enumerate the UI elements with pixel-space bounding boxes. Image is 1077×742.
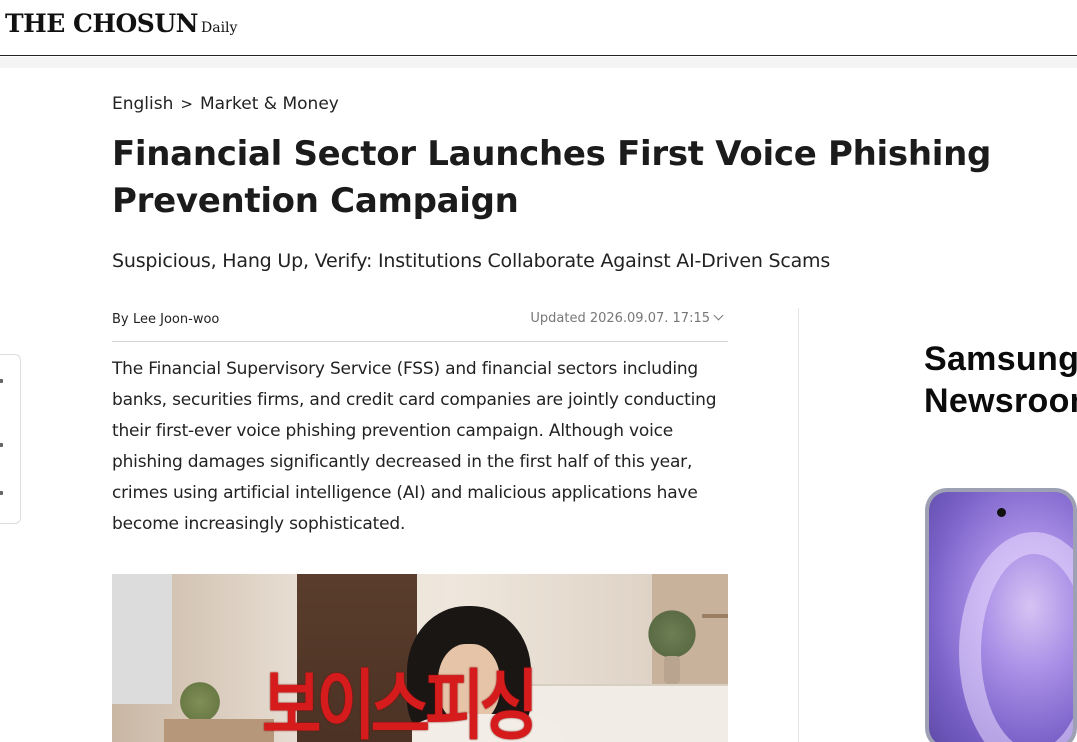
- site-logo-text: THE CHOSUN: [5, 9, 199, 38]
- photo-overlay-text: 보이스피싱: [262, 661, 539, 742]
- ad-phone-wallpaper: [959, 532, 1073, 742]
- font-size-icon[interactable]: [0, 443, 3, 447]
- ad-phone-image: [925, 488, 1077, 742]
- share-icon[interactable]: [0, 379, 3, 383]
- site-logo-sub: Daily: [201, 20, 238, 36]
- photo-vase: [664, 656, 680, 684]
- article-byline: By Lee Joon-woo Updated 2026.09.07. 17:1…: [112, 310, 728, 342]
- floating-side-toolbar[interactable]: [0, 354, 21, 524]
- article-body-paragraph: The Financial Supervisory Service (FSS) …: [112, 359, 717, 534]
- article-subheadline: Suspicious, Hang Up, Verify: Institution…: [112, 250, 831, 272]
- ad-brand-line1: Samsung: [924, 340, 1077, 378]
- photo-sidetable: [164, 719, 274, 742]
- breadcrumb-separator-icon: >: [180, 95, 193, 113]
- article-updated-toggle[interactable]: Updated 2026.09.07. 17:15: [530, 310, 724, 326]
- photo-shelf: [702, 614, 728, 618]
- camera-icon: [997, 508, 1006, 517]
- photo-window: [112, 574, 172, 704]
- article-photo[interactable]: 보이스피싱: [112, 574, 728, 742]
- ad-phone-screen: [929, 492, 1073, 742]
- ad-brand-text: Samsung Newsroom: [924, 338, 1077, 422]
- site-logo[interactable]: THE CHOSUN Daily: [5, 9, 237, 38]
- breadcrumb-root[interactable]: English: [112, 94, 173, 114]
- ad-brand-line2: Newsroom: [924, 382, 1077, 420]
- article-updated-timestamp: Updated 2026.09.07. 17:15: [530, 311, 710, 326]
- byline-prefix: By: [112, 312, 129, 327]
- breadcrumb-section[interactable]: Market & Money: [200, 94, 339, 114]
- byline-author[interactable]: Lee Joon-woo: [133, 312, 219, 327]
- photo-sidetable-plant: [174, 682, 226, 722]
- breadcrumb: English > Market & Money: [112, 94, 339, 114]
- header-spacer: [0, 57, 1077, 68]
- print-icon[interactable]: [0, 491, 3, 495]
- advertisement-samsung[interactable]: Samsung Newsroom: [870, 308, 1077, 742]
- column-divider: [798, 308, 799, 742]
- photo-plant: [647, 604, 697, 664]
- site-header: THE CHOSUN Daily: [0, 0, 1077, 56]
- chevron-down-icon: [713, 310, 724, 321]
- article-headline: Financial Sector Launches First Voice Ph…: [112, 134, 992, 221]
